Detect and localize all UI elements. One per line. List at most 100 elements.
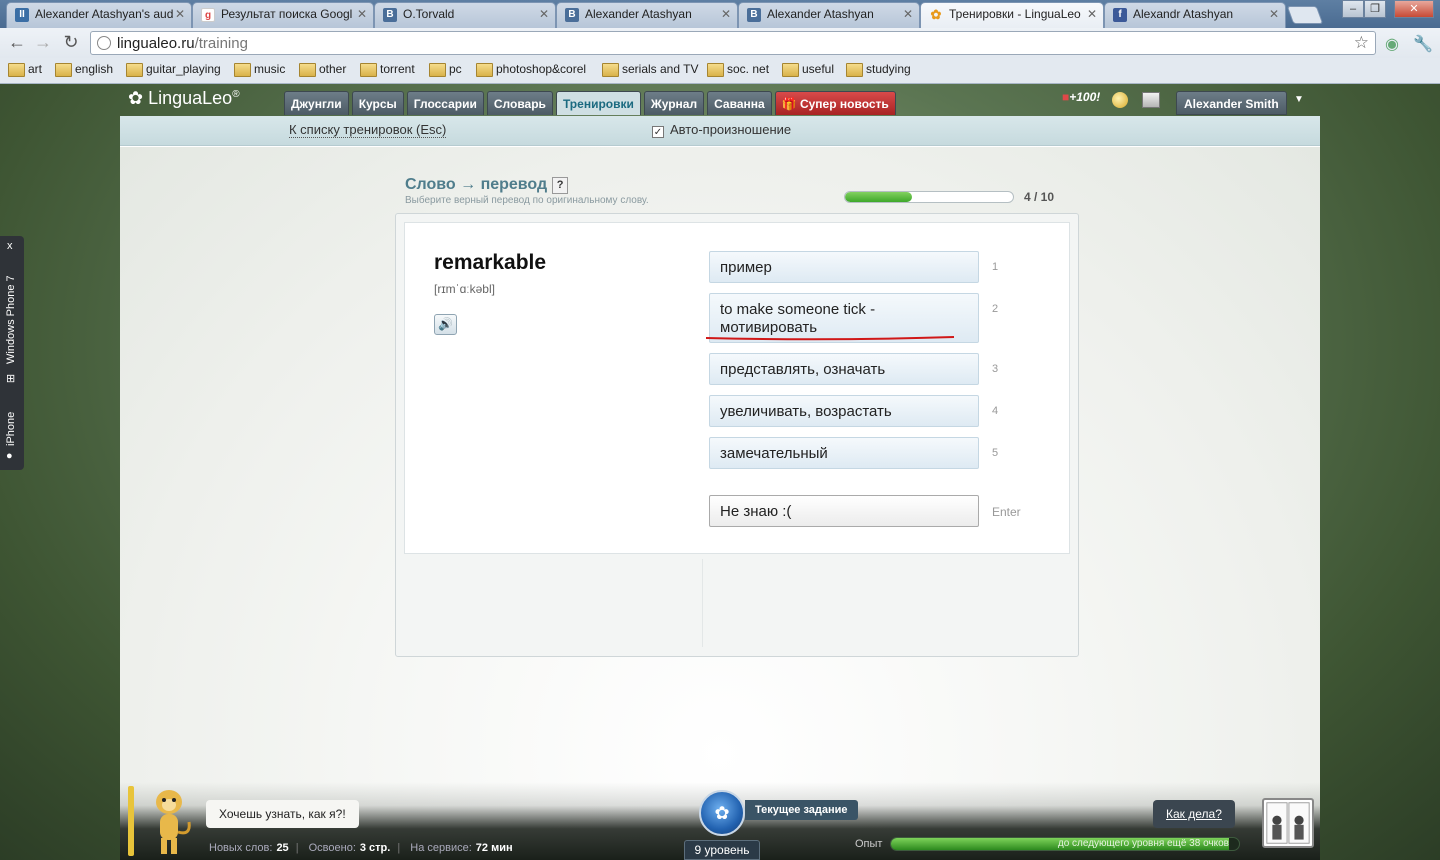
nav-trainings[interactable]: Тренировки (555, 91, 641, 115)
help-button[interactable]: ? (552, 177, 569, 194)
bookmark-folder[interactable]: serials and TV (602, 62, 698, 77)
close-icon[interactable]: ✕ (357, 7, 367, 21)
browser-tab[interactable]: B Alexander Atashyan ✕ (556, 2, 738, 28)
bookmark-folder[interactable]: torrent (360, 62, 415, 77)
answer-option[interactable]: представлять, означать (709, 353, 979, 385)
apple-logo-icon: ● (6, 450, 13, 462)
bookmark-folder[interactable]: soc. net (707, 62, 769, 77)
enter-hint: Enter (992, 505, 1021, 519)
lingualeo-logo[interactable]: ✿ LinguaLeo® (128, 88, 240, 109)
tab-title: Alexander Atashyan (767, 7, 874, 21)
vk-icon: B (383, 8, 397, 22)
current-task-button[interactable]: Текущее задание (745, 800, 858, 820)
tab-favicon-icon: II (15, 8, 29, 22)
option-number: 5 (992, 447, 999, 459)
lingualeo-header: ✿ LinguaLeo® Джунгли Курсы Глоссарии Сло… (120, 86, 1320, 116)
coin-icon[interactable] (1112, 92, 1128, 108)
answer-option[interactable]: увеличивать, возрастать (709, 395, 979, 427)
extension-icon[interactable]: ◉ (1385, 34, 1399, 54)
reload-icon[interactable]: ↻ (60, 32, 82, 53)
minimize-button[interactable]: – (1342, 0, 1364, 18)
nav-savanna[interactable]: Саванна (707, 91, 772, 115)
auto-pronunciation-checkbox[interactable]: ✓ (652, 126, 664, 138)
close-icon[interactable]: ✕ (175, 7, 185, 21)
tab-title: Alexander Atashyan's aud (35, 7, 174, 21)
chevron-down-icon[interactable]: ▼ (1294, 94, 1304, 105)
bookmark-folder[interactable]: pc (429, 62, 462, 77)
nav-jungle[interactable]: Джунгли (284, 91, 349, 115)
answer-option[interactable]: замечательный (709, 437, 979, 469)
bonus-badge[interactable]: ■+100! (1062, 90, 1104, 112)
close-icon[interactable]: ✕ (1269, 7, 1279, 21)
tab-title: Результат поиска Googl (221, 7, 353, 21)
red-underline-mark (706, 336, 955, 341)
option-number: 3 (992, 363, 999, 375)
main-nav: Джунгли Курсы Глоссарии Словарь Трениров… (284, 91, 899, 115)
browser-tab[interactable]: II Alexander Atashyan's aud ✕ (6, 2, 192, 28)
browser-tab-active[interactable]: ✿ Тренировки - LinguaLeo ✕ (920, 2, 1104, 28)
mascot-speech-bubble[interactable]: Хочешь узнать, как я?! (206, 800, 359, 828)
bookmark-folder[interactable]: music (234, 62, 285, 77)
globe-icon (97, 36, 111, 50)
exp-label: Опыт (855, 838, 883, 850)
training-subtitle: Выберите верный перевод по оригинальному… (405, 195, 649, 206)
option-number: 1 (992, 261, 999, 273)
auto-pronunciation-toggle[interactable]: ✓ Авто-произношение (652, 122, 791, 138)
new-tab-button[interactable] (1286, 6, 1324, 24)
browser-tab[interactable]: B Alexander Atashyan ✕ (738, 2, 920, 28)
iphone-link[interactable]: iPhone (5, 412, 17, 446)
forward-arrow-icon[interactable]: → (32, 32, 54, 53)
bookmark-folder[interactable]: studying (846, 62, 911, 77)
option-number: 2 (992, 303, 999, 315)
browser-tab[interactable]: B O.Torvald ✕ (374, 2, 556, 28)
progress-counter: 4 / 10 (1024, 190, 1055, 204)
tab-title: Alexander Atashyan (585, 7, 692, 21)
nav-courses[interactable]: Курсы (351, 91, 404, 115)
browser-tab[interactable]: g Результат поиска Googl ✕ (192, 2, 374, 28)
training-subbar: К списку тренировок (Esc) ✓ Авто-произнош… (120, 116, 1320, 146)
nav-super-news[interactable]: 🎁 Супер новость (774, 91, 896, 115)
window-close-button[interactable]: ✕ (1394, 0, 1434, 18)
answer-option[interactable]: пример (709, 251, 979, 283)
close-icon[interactable]: ✕ (539, 7, 549, 21)
experience-text: до следующего уровня ещё 38 очков (1057, 838, 1229, 849)
browser-tab-bar: II Alexander Atashyan's aud ✕ g Результат… (0, 0, 1440, 28)
notes-icon[interactable] (1142, 92, 1160, 108)
bookmark-folder[interactable]: english (55, 62, 113, 77)
bookmark-folder[interactable]: photoshop&corel (476, 62, 586, 77)
vk-icon: B (747, 8, 761, 22)
nav-glossaries[interactable]: Глоссарии (406, 91, 484, 115)
browser-tab[interactable]: f Alexandr Atashyan ✕ (1104, 2, 1286, 28)
bookmark-folder[interactable]: art (8, 62, 42, 77)
bookmark-folder[interactable]: other (299, 62, 346, 77)
bookmark-folder[interactable]: useful (782, 62, 834, 77)
nav-journal[interactable]: Журнал (643, 91, 705, 115)
tab-title: Alexandr Atashyan (1133, 7, 1234, 21)
facebook-icon: f (1113, 8, 1127, 22)
close-icon[interactable]: ✕ (1087, 7, 1097, 21)
nav-dictionary[interactable]: Словарь (486, 91, 553, 115)
back-arrow-icon[interactable]: ← (6, 32, 28, 53)
close-icon[interactable]: ✕ (721, 7, 731, 21)
address-bar[interactable]: lingualeo.ru/training ☆ (90, 31, 1376, 55)
maximize-button[interactable]: ❐ (1364, 0, 1386, 18)
close-icon[interactable]: ✕ (903, 7, 913, 21)
training-card: remarkable [rɪmˈɑːkəbl] 🔊 пример 1 to ma… (395, 213, 1079, 657)
bookmark-star-icon[interactable]: ☆ (1354, 33, 1369, 53)
back-to-trainings-link[interactable]: К списку тренировок (Esc) (289, 122, 447, 138)
windows-phone-link[interactable]: Windows Phone 7 (5, 275, 17, 364)
paw-icon[interactable]: ✿ (699, 790, 745, 836)
close-icon[interactable]: x (7, 240, 13, 252)
mobile-apps-tab[interactable]: x Windows Phone 7 ⊞ iPhone ● (0, 236, 24, 470)
leo-mascot-icon[interactable] (143, 786, 195, 856)
bookmark-folder[interactable]: guitar_playing (126, 62, 221, 77)
dont-know-button[interactable]: Не знаю :( (709, 495, 979, 527)
wrench-icon[interactable]: 🔧 (1413, 34, 1433, 54)
user-menu[interactable]: Alexander Smith (1176, 91, 1287, 115)
comic-strip-icon[interactable] (1262, 798, 1314, 848)
tab-title: Тренировки - LinguaLeo (949, 7, 1081, 21)
url-text[interactable]: lingualeo.ru/training (117, 35, 248, 52)
speaker-icon[interactable]: 🔊 (434, 314, 457, 335)
progress-bar (844, 191, 1014, 203)
how-are-you-link[interactable]: Как дела? (1153, 800, 1235, 828)
